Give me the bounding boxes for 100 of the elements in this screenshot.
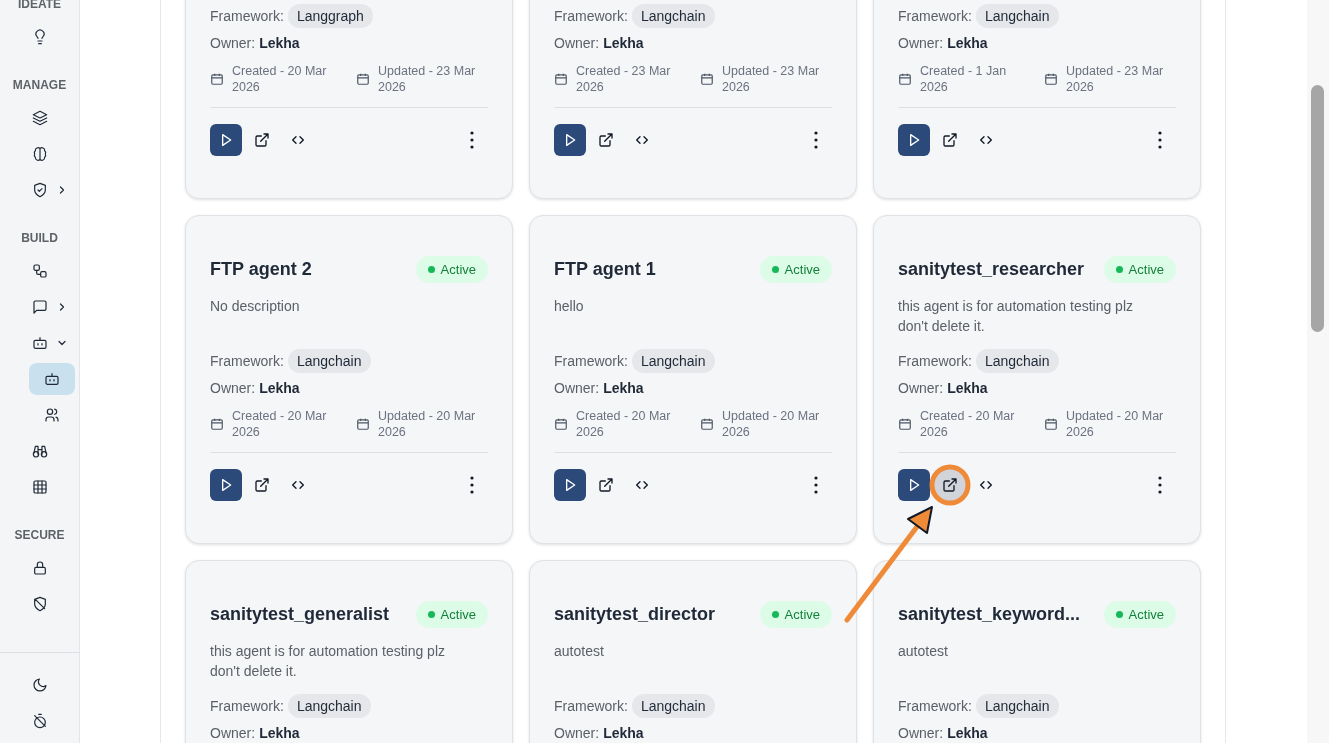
agent-name: FTP agent 2 [210, 258, 312, 280]
framework-label: Framework: [210, 353, 284, 369]
calendar-icon [700, 417, 714, 431]
owner-name: Lekha [947, 35, 988, 51]
owner-label: Owner: [210, 35, 256, 51]
more-icon [470, 476, 474, 494]
status-badge: Active [415, 255, 488, 283]
created-date: Created - 20 Mar 2026 [920, 408, 1016, 440]
created-date: Created - 20 Mar 2026 [576, 408, 672, 440]
agent-description: autotest [554, 643, 604, 659]
calendar-icon [1044, 417, 1058, 431]
calendar-icon [898, 417, 912, 431]
agent-name: sanitytest_researcher [898, 258, 1085, 280]
shield-check-icon [32, 182, 48, 198]
owner-name: Lekha [603, 725, 644, 741]
robot-icon [44, 371, 60, 387]
agent-description: autotest [898, 643, 948, 659]
updated-date: Updated - 20 Mar 2026 [722, 408, 821, 440]
status-badge: Active [759, 600, 832, 628]
calendar-icon [554, 417, 568, 431]
owner-name: Lekha [259, 725, 300, 741]
framework-label: Framework: [554, 698, 628, 714]
run-button[interactable] [554, 469, 586, 501]
external-link-icon [254, 477, 270, 493]
owner-name: Lekha [259, 35, 300, 51]
calendar-icon [554, 72, 568, 86]
calendar-icon [1044, 72, 1058, 86]
brain-icon [32, 146, 48, 162]
owner-label: Owner: [210, 725, 256, 741]
framework-label: Framework: [898, 8, 972, 24]
status-badge: Active [1103, 255, 1176, 283]
owner-label: Owner: [898, 380, 944, 396]
framework-tag: Langchain [631, 4, 715, 28]
layers-icon [32, 110, 48, 126]
framework-tag: Langgraph [287, 4, 373, 28]
calendar-icon [210, 417, 224, 431]
updated-date: Updated - 20 Mar 2026 [1066, 408, 1165, 440]
framework-label: Framework: [898, 353, 972, 369]
calendar-icon [898, 72, 912, 86]
framework-label: Framework: [554, 8, 628, 24]
agent-description: this agent is for automation testing plz don't delete it. [898, 298, 1134, 334]
run-button[interactable] [898, 124, 930, 156]
run-button[interactable] [210, 124, 242, 156]
run-button[interactable] [898, 469, 930, 501]
owner-label: Owner: [554, 35, 600, 51]
framework-label: Framework: [554, 353, 628, 369]
created-date: Created - 1 Jan 2026 [920, 63, 1008, 95]
agent-name: FTP agent 1 [554, 258, 656, 280]
users-icon [44, 407, 60, 423]
framework-label: Framework: [210, 8, 284, 24]
updated-date: Updated - 23 Mar 2026 [378, 63, 477, 95]
framework-tag: Langchain [287, 349, 371, 373]
created-date: Created - 20 Mar 2026 [232, 63, 328, 95]
created-date: Created - 23 Mar 2026 [576, 63, 672, 95]
section-label: SECURE [13, 527, 66, 543]
section-label: MANAGE [11, 77, 68, 93]
status-badge: Active [759, 255, 832, 283]
owner-name: Lekha [603, 380, 644, 396]
agent-description: No description [210, 298, 300, 314]
more-icon [1158, 131, 1162, 149]
moon-icon [32, 677, 48, 693]
external-link-icon [942, 132, 958, 148]
more-icon [1158, 476, 1162, 494]
lock-icon [32, 560, 48, 576]
more-icon [470, 131, 474, 149]
framework-label: Framework: [210, 698, 284, 714]
owner-label: Owner: [554, 380, 600, 396]
owner-name: Lekha [947, 725, 988, 741]
framework-tag: Langchain [975, 694, 1059, 718]
external-link-icon [598, 477, 614, 493]
external-link-icon [254, 132, 270, 148]
grid-icon [32, 479, 48, 495]
owner-label: Owner: [898, 35, 944, 51]
section-label: BUILD [20, 230, 59, 246]
owner-label: Owner: [554, 725, 600, 741]
scrollbar-thumb[interactable] [1311, 85, 1324, 332]
agent-description: hello [554, 298, 584, 314]
calendar-icon [356, 72, 370, 86]
binoculars-icon [32, 443, 48, 459]
chat-bubble-icon [32, 299, 48, 315]
owner-name: Lekha [947, 380, 988, 396]
external-link-icon [598, 132, 614, 148]
more-icon [814, 476, 818, 494]
shield-off-icon [32, 596, 48, 612]
agent-name: sanitytest_director [554, 603, 716, 625]
more-icon [814, 131, 818, 149]
updated-date: Updated - 23 Mar 2026 [1066, 63, 1165, 95]
status-badge: Active [1103, 600, 1176, 628]
agent-name: sanitytest_generalist [210, 603, 390, 625]
run-button[interactable] [210, 469, 242, 501]
calendar-icon [356, 417, 370, 431]
run-button[interactable] [554, 124, 586, 156]
highlight-ring [929, 464, 971, 506]
agent-description: this agent is for automation testing plz don't delete it. [210, 643, 446, 679]
created-date: Created - 20 Mar 2026 [232, 408, 328, 440]
calendar-icon [210, 72, 224, 86]
updated-date: Updated - 23 Mar 2026 [722, 63, 821, 95]
owner-name: Lekha [603, 35, 644, 51]
framework-tag: Langchain [975, 349, 1059, 373]
framework-tag: Langchain [287, 694, 371, 718]
